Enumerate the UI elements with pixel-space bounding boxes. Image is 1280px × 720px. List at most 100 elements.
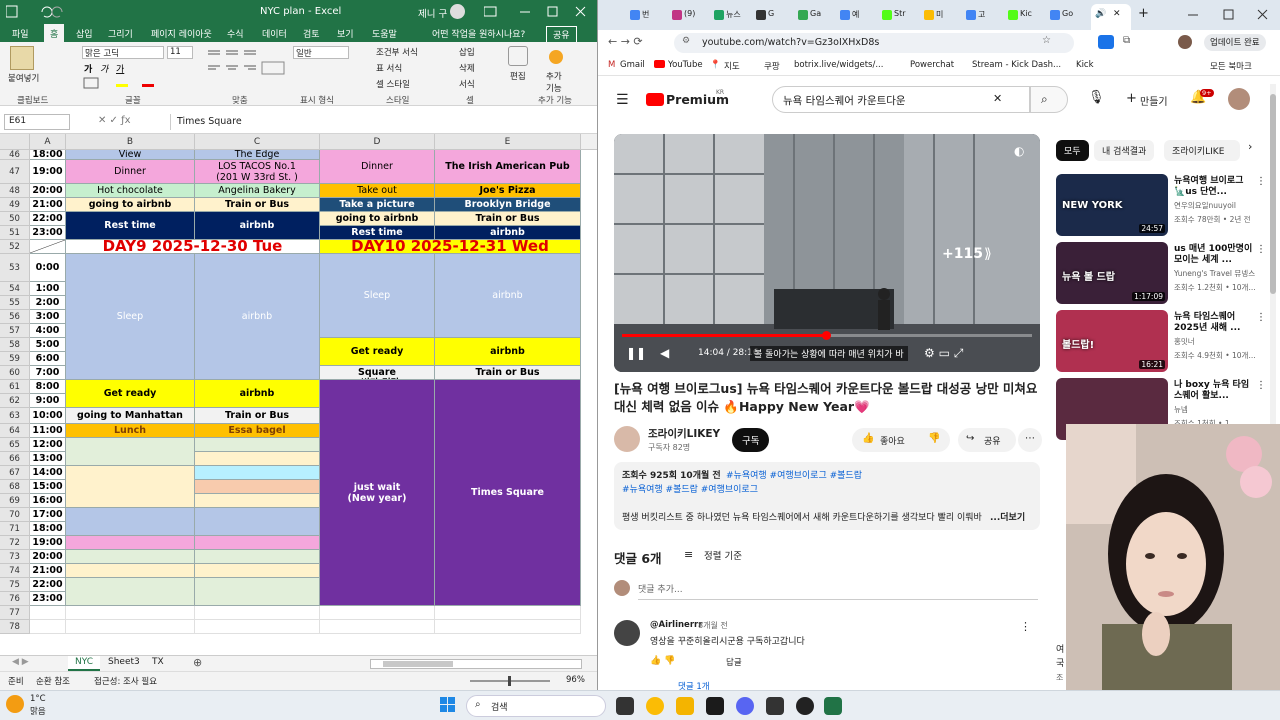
row-header[interactable]: 78 (0, 620, 30, 634)
weather-temp[interactable]: 1°C (30, 694, 46, 704)
time-cell[interactable]: 18:00 (30, 522, 66, 536)
update-button[interactable]: 업데이트 완료 (1204, 34, 1266, 51)
tab-data[interactable]: 데이터 (262, 27, 287, 40)
related-menu-icon[interactable]: ⋮ (1256, 380, 1266, 391)
table-format-button[interactable]: 표 서식 (376, 62, 402, 74)
subscribe-button[interactable]: 구독 (732, 428, 770, 452)
time-cell[interactable]: 8:00 (30, 380, 66, 394)
like-button[interactable]: 좋아요 (880, 434, 905, 447)
time-cell[interactable]: 16:00 (30, 494, 66, 508)
cell-c72[interactable] (195, 536, 320, 550)
time-cell[interactable]: 3:00 (30, 310, 66, 324)
row-header[interactable]: 47 (0, 160, 30, 184)
cell-c63[interactable]: Train or Bus (195, 408, 320, 424)
add-comment-input[interactable]: 댓글 추가... (638, 582, 1038, 600)
cell-b64[interactable]: Lunch (66, 424, 195, 438)
cell-airbnb-e[interactable]: airbnb (435, 254, 581, 338)
alignment-icons[interactable] (206, 48, 286, 88)
sheet-nav-arrows[interactable]: ◀ ▶ (12, 657, 29, 667)
time-cell[interactable]: 12:00 (30, 438, 66, 452)
row-header[interactable]: 48 (0, 184, 30, 198)
progress-bar[interactable] (622, 331, 1032, 340)
row-header[interactable]: 77 (0, 606, 30, 620)
sheet-tab-tx[interactable]: TX (152, 657, 164, 667)
cell-d60[interactable]: going to Times Square 6번가 명당 (320, 366, 435, 380)
sheet-tab-sheet3[interactable]: Sheet3 (108, 657, 140, 667)
row-header[interactable]: 60 (0, 366, 30, 380)
comment-reply-button[interactable]: 답글 (726, 656, 742, 668)
quick-access-icons[interactable] (6, 5, 76, 19)
clear-search-icon[interactable]: ✕ (993, 92, 1002, 105)
start-icon[interactable] (440, 697, 456, 713)
time-cell[interactable]: 2:00 (30, 296, 66, 310)
tab-active[interactable]: 🔊 ✕ (1091, 4, 1131, 30)
time-cell[interactable]: 22:00 (30, 212, 66, 226)
format-cells-button[interactable]: 서식 (459, 78, 475, 90)
row-header[interactable]: 46 (0, 150, 30, 160)
formula-input[interactable]: Times Square (170, 114, 590, 130)
conditional-format-button[interactable]: 조건부 서식 (376, 46, 418, 58)
description-box[interactable]: 조회수 925회 10개월 전 #뉴욕여행 #여행브이로그 #볼드랍 #뉴욕여행… (614, 462, 1040, 530)
paste-button[interactable]: 붙여넣기 (8, 72, 39, 84)
row-header[interactable]: 57 (0, 324, 30, 338)
volume-icon[interactable]: ◀ (660, 346, 669, 360)
time-cell[interactable]: 20:00 (30, 184, 66, 198)
insert-cells-button[interactable]: 삽입 (459, 46, 475, 58)
video-player[interactable]: +115 ⟫ ◐ ❚❚ ◀ 14:04 / 28:16 볼 돌아가는 상황에 따… (614, 134, 1040, 372)
time-cell[interactable]: 13:00 (30, 452, 66, 466)
tab-draw[interactable]: 그리기 (108, 27, 133, 40)
tab-home[interactable]: 홈 (44, 24, 65, 42)
row-header[interactable]: 73 (0, 550, 30, 564)
row-header[interactable]: 76 (0, 592, 30, 606)
chip-channel[interactable]: 조라이키LIKE (1164, 140, 1240, 161)
browser-tab[interactable]: Go (1048, 8, 1088, 24)
bookmark-coupang[interactable]: 쿠팡 (764, 60, 780, 72)
bookmark-star-icon[interactable]: ☆ (1042, 35, 1051, 46)
bookmark-maps[interactable]: 지도 (724, 60, 740, 72)
empty-cell[interactable] (195, 606, 320, 620)
cell-c73[interactable] (195, 550, 320, 564)
row-header[interactable]: 64 (0, 424, 30, 438)
related-menu-icon[interactable]: ⋮ (1256, 244, 1266, 255)
bookmark-youtube[interactable]: YouTube (668, 60, 703, 70)
cell-b65[interactable] (66, 438, 195, 466)
account-avatar[interactable] (1228, 88, 1250, 110)
time-cell[interactable]: 21:00 (30, 564, 66, 578)
cell-e50[interactable]: Train or Bus (435, 212, 581, 226)
cell-b73[interactable] (66, 550, 195, 564)
comment-like-icon[interactable]: 👍 👎 (650, 656, 675, 666)
search-input[interactable]: 뉴욕 타임스퀘어 카운트다운 (783, 93, 906, 108)
chip-my-results[interactable]: 내 검색결과 (1094, 140, 1155, 161)
vertical-scrollbar[interactable] (581, 134, 597, 150)
addins-icon[interactable] (549, 50, 563, 64)
tell-me-search[interactable]: 어떤 작업을 원하시나요? (432, 27, 525, 40)
cell-c70[interactable] (195, 508, 320, 536)
cell-c74[interactable] (195, 564, 320, 578)
cell-sleep-d[interactable]: Sleep (320, 254, 435, 338)
font-name-select[interactable]: 맑은 고딕 (82, 46, 164, 59)
cell-b48[interactable]: Hot chocolate (66, 184, 195, 198)
channel-avatar[interactable] (614, 426, 640, 452)
row-header[interactable]: 53 (0, 254, 30, 282)
pause-icon[interactable]: ❚❚ (626, 346, 646, 360)
browser-tab[interactable]: 미 (922, 8, 962, 24)
time-cell[interactable]: 22:00 (30, 578, 66, 592)
cell-d50[interactable]: going to airbnb (320, 212, 435, 226)
addins-button[interactable]: 추가 기능 (546, 70, 566, 94)
row-header[interactable]: 68 (0, 480, 30, 494)
empty-cell[interactable] (195, 620, 320, 634)
delete-cells-button[interactable]: 삭제 (459, 62, 475, 74)
cell-c67[interactable] (195, 466, 320, 480)
row-header[interactable]: 63 (0, 408, 30, 424)
thumbs-up-icon[interactable]: 👍 (862, 433, 874, 444)
cell-c50[interactable]: airbnb (195, 212, 320, 240)
row-header[interactable]: 62 (0, 394, 30, 408)
browser-tab[interactable]: Str (880, 8, 920, 24)
edit-button[interactable]: 편집 (510, 70, 526, 82)
task-view-icon[interactable] (616, 697, 634, 715)
browser-tab[interactable]: 예 (838, 8, 878, 24)
cell-b67[interactable] (66, 466, 195, 508)
discord-icon[interactable] (736, 697, 754, 715)
row-header[interactable]: 74 (0, 564, 30, 578)
status-accessibility[interactable]: 접근성: 조사 필요 (94, 675, 157, 687)
